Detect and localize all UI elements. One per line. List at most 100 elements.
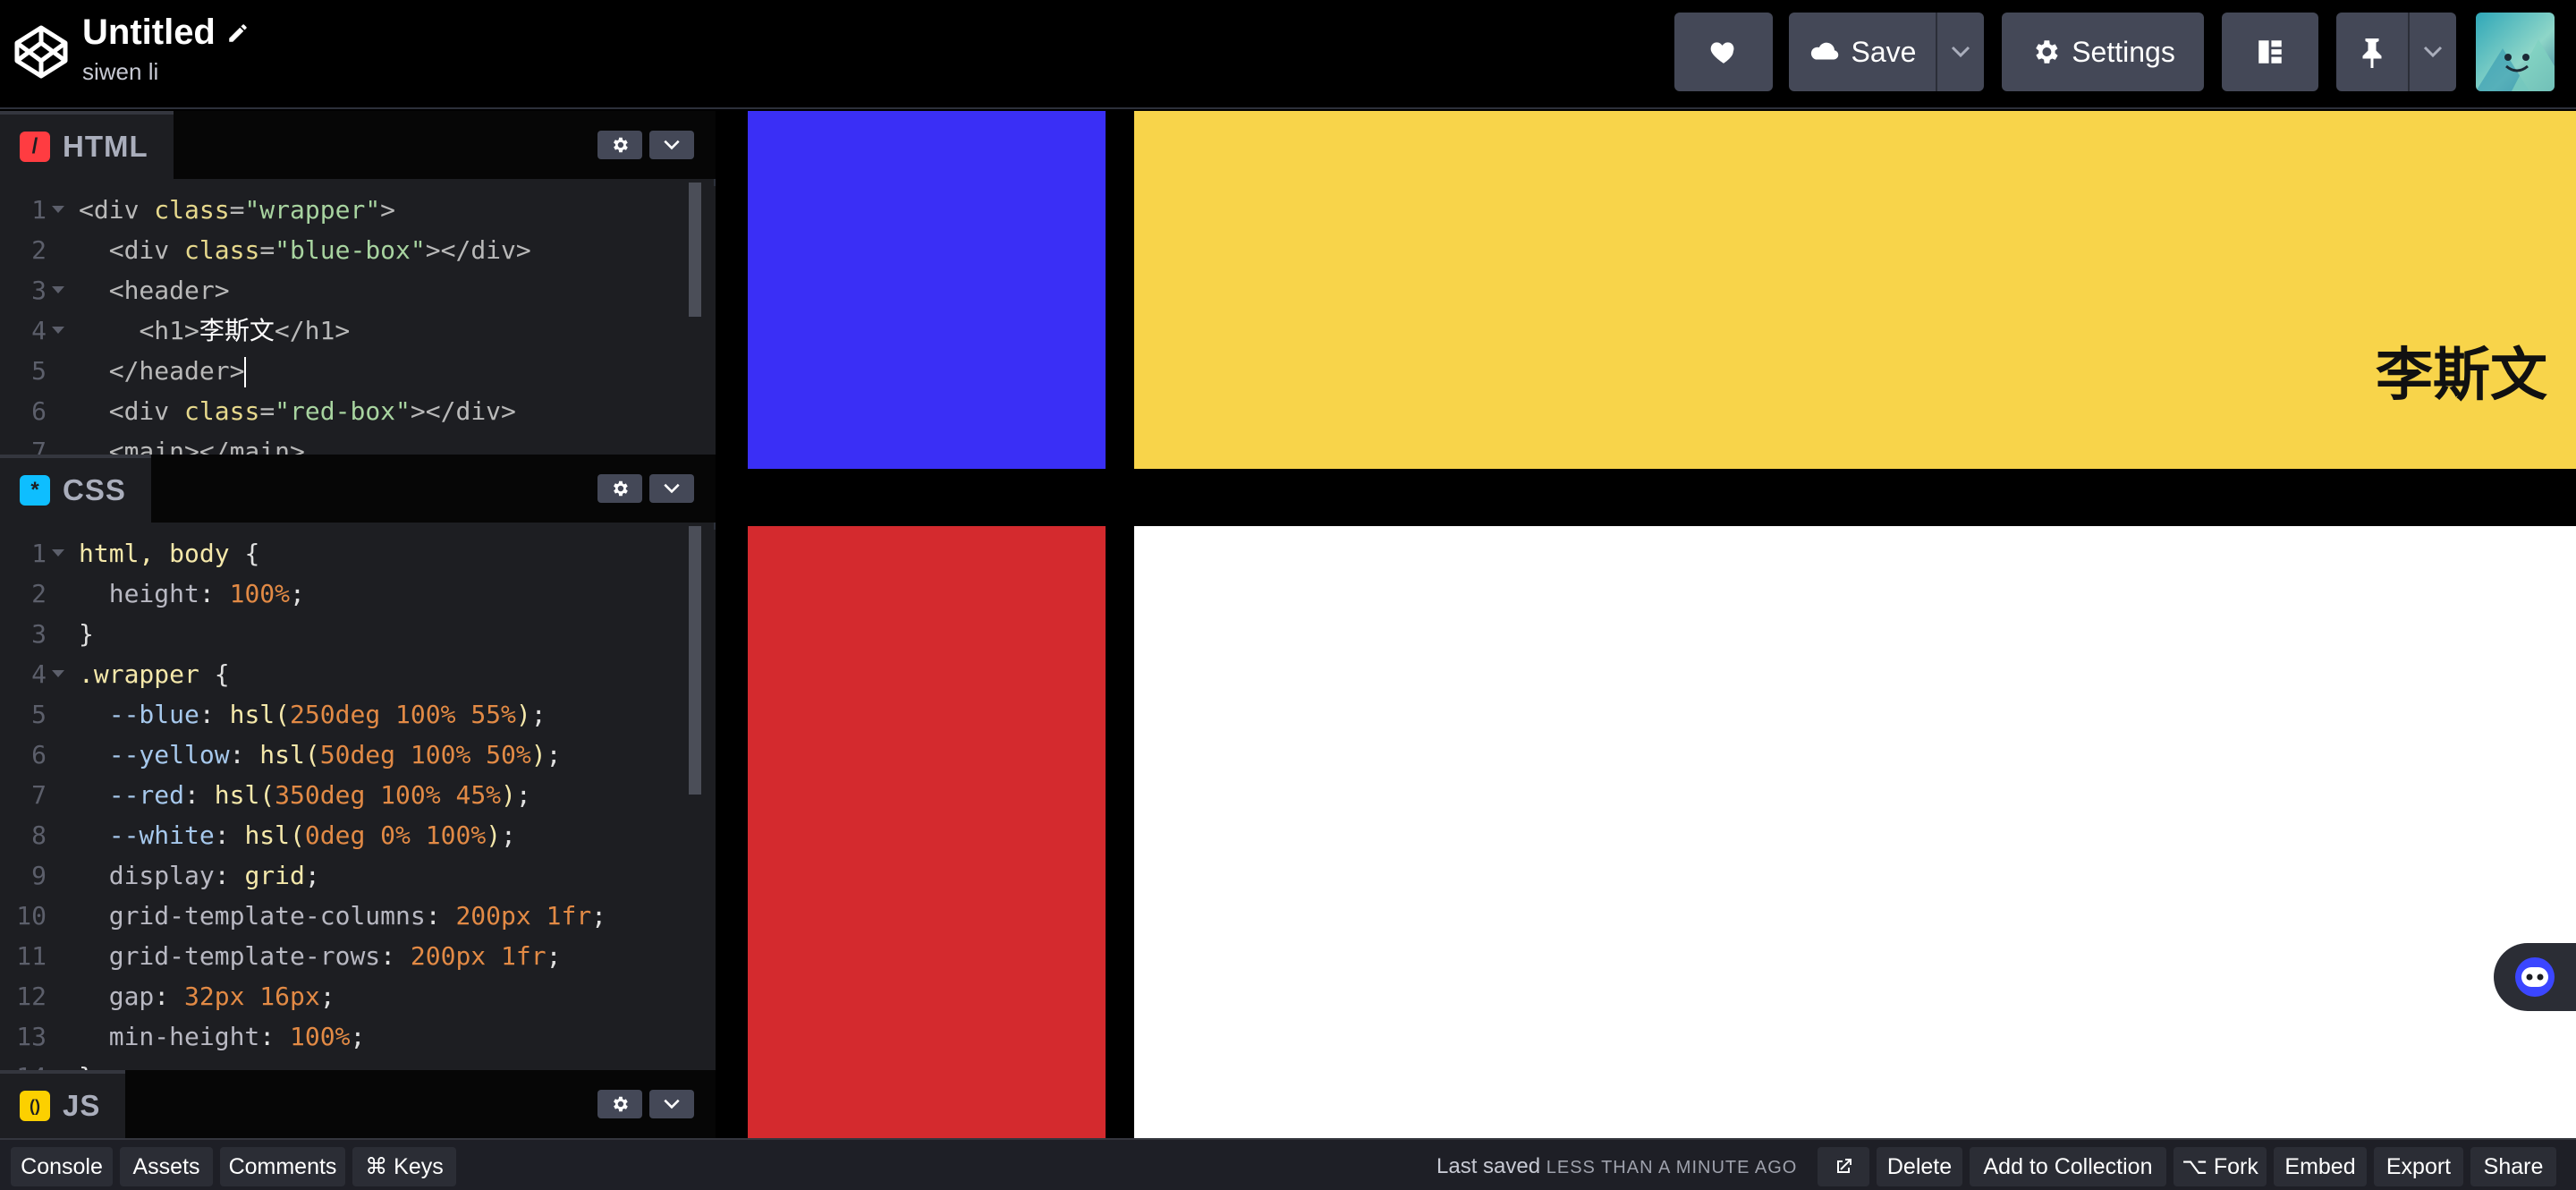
code-token: grid-template-rows [108,941,381,971]
html-settings-button[interactable] [597,131,642,159]
code-token: 250deg 100% 55% [290,700,516,729]
fork-button[interactable]: ⌥ Fork [2174,1147,2267,1186]
code-token: --red [108,780,185,810]
delete-button[interactable]: Delete [1877,1147,1962,1186]
html-editor[interactable]: 1 <div class="wrapper"> 2 <div class="blue… [0,186,716,455]
css-scrollbar[interactable] [689,526,701,795]
js-settings-button[interactable] [597,1090,642,1118]
code-token: ; [290,579,305,608]
code-token: : [214,861,245,890]
css-settings-button[interactable] [597,474,642,503]
fold-arrow-icon[interactable] [52,206,64,213]
comments-button[interactable]: Comments [220,1147,345,1186]
pen-owner[interactable]: siwen li [82,58,250,86]
js-tab[interactable]: () JS [0,1070,126,1138]
code-text: </header> [79,351,247,391]
user-avatar[interactable] [2476,13,2555,91]
code-line[interactable]: 7 --red: hsl(350deg 100% 45%); [0,775,716,815]
html-tab[interactable]: / HTML [0,111,174,179]
keys-button[interactable]: ⌘ Keys [352,1147,456,1186]
fold-arrow-icon[interactable] [52,670,64,677]
assets-button[interactable]: Assets [120,1147,213,1186]
code-line[interactable]: 4 .wrapper { [0,654,716,694]
open-external-button[interactable] [1818,1147,1869,1186]
fold-arrow-icon[interactable] [52,286,64,293]
top-bar: Untitled siwen li Save Settings [0,0,2576,109]
assistant-button[interactable] [2494,943,2576,1011]
preview-blue-box [748,111,1106,469]
code-line[interactable]: 12 gap: 32px 16px; [0,976,716,1016]
pin-button[interactable] [2336,13,2408,91]
code-line[interactable]: 2 height: 100%; [0,574,716,614]
code-token: : [259,1022,291,1051]
code-token: hsl( [259,740,320,769]
code-token: ; [304,861,320,890]
code-token: ) [515,700,531,729]
js-collapse-button[interactable] [649,1090,694,1118]
code-line[interactable]: 5 </header> [0,351,716,391]
share-button[interactable]: Share [2470,1147,2556,1186]
embed-button[interactable]: Embed [2274,1147,2367,1186]
robot-face-icon [2515,957,2555,997]
code-token: 0deg 0% 100% [304,820,487,850]
css-tab[interactable]: * CSS [0,455,151,523]
resize-handle[interactable] [716,111,746,1138]
code-token: hsl( [214,780,275,810]
love-button[interactable] [1674,13,1773,91]
export-button[interactable]: Export [2374,1147,2463,1186]
code-line[interactable]: 6 --yellow: hsl(50deg 100% 50%); [0,735,716,775]
cloud-icon [1810,42,1838,60]
css-collapse-button[interactable] [649,474,694,503]
save-options-button[interactable] [1937,13,1984,91]
code-line[interactable]: 5 --blue: hsl(250deg 100% 55%); [0,694,716,735]
code-line[interactable]: 10 grid-template-columns: 200px 1fr; [0,896,716,936]
pen-title-text[interactable]: Untitled [82,13,216,53]
settings-label: Settings [2072,35,2175,68]
settings-button[interactable]: Settings [2002,13,2204,91]
code-line[interactable]: 3} [0,614,716,654]
code-token: : [199,700,230,729]
code-token: { [244,539,260,568]
change-view-button[interactable] [2222,13,2318,91]
code-token: grid-template-columns [108,901,426,931]
fold-arrow-icon[interactable] [52,549,64,557]
external-link-icon [1837,1159,1852,1173]
pen-title[interactable]: Untitled [82,13,250,53]
code-line[interactable]: 6 <div class="red-box"></div> [0,391,716,431]
line-number: 10 [16,901,47,931]
codepen-logo-icon[interactable] [13,23,70,81]
code-line[interactable]: 7 <main></main> [0,431,716,455]
css-label: CSS [63,473,126,506]
fold-arrow-icon[interactable] [52,327,64,334]
code-line[interactable]: 9 display: grid; [0,855,716,896]
code-line[interactable]: 11 grid-template-rows: 200px 1fr; [0,936,716,976]
save-button[interactable]: Save [1789,13,1936,91]
code-line[interactable]: 4 <h1>李斯文</h1> [0,310,716,351]
css-editor[interactable]: 1 html, body {2 height: 100%; 3} 4 .wrapper … [0,530,716,1072]
pencil-icon[interactable] [226,21,250,45]
code-token: : [425,901,456,931]
code-line[interactable]: 1 <div class="wrapper"> [0,190,716,230]
code-token: "red-box" [275,396,411,426]
code-line[interactable]: 2 <div class="blue-box"></div> [0,230,716,270]
code-token: 200px 1fr [455,901,592,931]
pin-options-button[interactable] [2410,13,2456,91]
console-button[interactable]: Console [11,1147,113,1186]
code-line[interactable]: 1 html, body { [0,533,716,574]
html-scrollbar[interactable] [689,183,701,317]
code-line[interactable]: 8 --white: hsl(0deg 0% 100%); [0,815,716,855]
code-line[interactable]: 13 min-height: 100%; [0,1016,716,1057]
last-saved-prefix: Last saved [1436,1154,1541,1178]
code-line[interactable]: 3 <header> [0,270,716,310]
code-token: <main></main> [108,437,305,455]
code-token: ; [319,982,335,1011]
code-token: </header> [108,356,245,386]
html-collapse-button[interactable] [649,131,694,159]
code-text: <h1>李斯文</h1> [79,310,350,351]
code-token: ) [486,820,502,850]
code-token: <header> [108,276,230,305]
add-to-collection-button[interactable]: Add to Collection [1970,1147,2166,1186]
